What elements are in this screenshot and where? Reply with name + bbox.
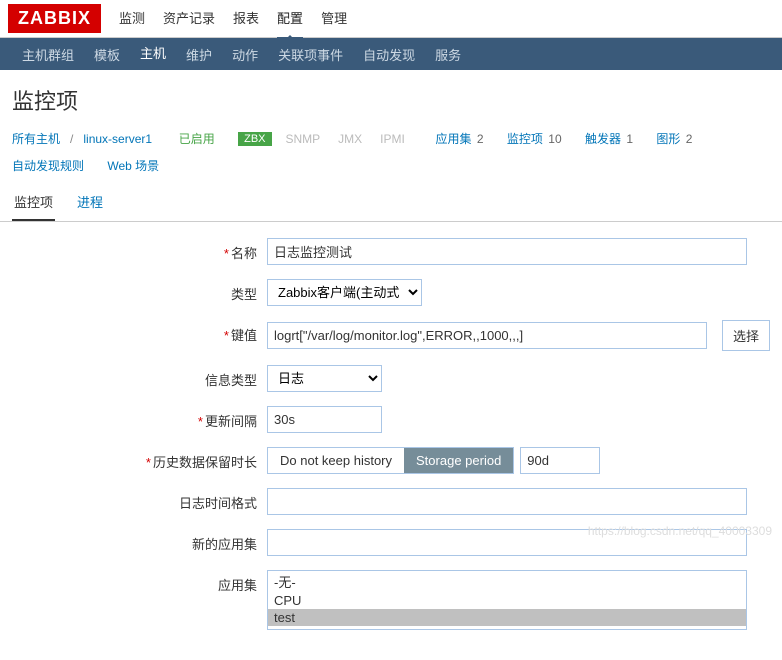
subnav-maintenance[interactable]: 维护 [176,37,222,72]
bc-web[interactable]: Web 场景 [107,157,159,174]
topnav-inventory[interactable]: 资产记录 [163,0,215,40]
bc-items-count: 10 [548,132,561,146]
label-newapp: 新的应用集 [12,529,267,553]
label-appset: 应用集 [12,570,267,594]
label-logformat: 日志时间格式 [12,488,267,512]
sub-nav: 主机群组 模板 主机 维护 动作 关联项事件 自动发现 服务 [0,38,782,70]
topnav-reports[interactable]: 报表 [233,0,259,40]
topnav-administration[interactable]: 管理 [321,0,347,40]
bc-divider: / [70,132,73,146]
input-key[interactable] [267,322,707,349]
select-type[interactable]: Zabbix客户端(主动式) [267,279,422,306]
label-infotype: 信息类型 [12,365,267,389]
tab-process[interactable]: 进程 [75,184,105,221]
appset-option-cpu[interactable]: CPU [268,592,746,609]
bc-items[interactable]: 监控项 [507,132,543,146]
appset-option-test[interactable]: test [268,609,746,626]
input-name[interactable] [267,238,747,265]
logo[interactable]: ZABBIX [8,4,101,33]
label-type: 类型 [12,279,267,303]
label-name: *名称 [12,238,267,262]
history-opt-nokeep[interactable]: Do not keep history [268,448,404,473]
badge-zbx: ZBX [238,132,271,146]
bc-triggers-count: 1 [626,132,633,146]
history-opt-period[interactable]: Storage period [404,448,513,473]
history-segment: Do not keep history Storage period [267,447,514,474]
select-appset[interactable]: -无- CPU test [267,570,747,630]
bc-host[interactable]: linux-server1 [83,132,152,146]
breadcrumb: 所有主机 / linux-server1 已启用 ZBXSNMPJMXIPMI … [0,126,782,184]
tabs: 监控项 进程 [0,184,782,222]
subnav-actions[interactable]: 动作 [222,37,268,72]
subnav-discovery[interactable]: 自动发现 [353,37,425,72]
topnav-configuration[interactable]: 配置 [277,0,303,40]
input-history-value[interactable] [520,447,600,474]
bc-allhosts[interactable]: 所有主机 [12,130,60,147]
status-enabled: 已启用 [179,130,215,147]
select-infotype[interactable]: 日志 [267,365,382,392]
item-form: *名称 类型 Zabbix客户端(主动式) *键值 选择 信息类型 日志 *更新… [0,222,782,660]
top-nav: 监测 资产记录 报表 配置 管理 [119,0,347,40]
page-title: 监控项 [0,70,782,126]
bc-applications[interactable]: 应用集 [436,132,472,146]
bc-discovery[interactable]: 自动发现规则 [12,157,84,174]
badge-ipmi: IPMI [376,131,409,147]
bc-graphs-count: 2 [686,132,693,146]
bc-graphs[interactable]: 图形 [656,132,680,146]
label-interval: *更新间隔 [12,406,267,430]
subnav-templates[interactable]: 模板 [84,37,130,72]
subnav-hostgroups[interactable]: 主机群组 [12,37,84,72]
topnav-monitoring[interactable]: 监测 [119,0,145,40]
bc-applications-count: 2 [477,132,484,146]
bc-triggers[interactable]: 触发器 [585,132,621,146]
badge-snmp: SNMP [282,131,325,147]
subnav-services[interactable]: 服务 [425,37,471,72]
label-history: *历史数据保留时长 [12,447,267,471]
button-select-key[interactable]: 选择 [722,320,770,351]
subnav-correlation[interactable]: 关联项事件 [268,37,353,72]
input-interval[interactable] [267,406,382,433]
appset-option-none[interactable]: -无- [268,571,746,592]
badge-jmx: JMX [334,131,366,147]
subnav-hosts[interactable]: 主机 [130,35,176,73]
watermark: https://blog.csdn.net/qq_40003309 [588,524,772,538]
input-logformat[interactable] [267,488,747,515]
label-key: *键值 [12,320,267,344]
tab-item[interactable]: 监控项 [12,184,55,221]
